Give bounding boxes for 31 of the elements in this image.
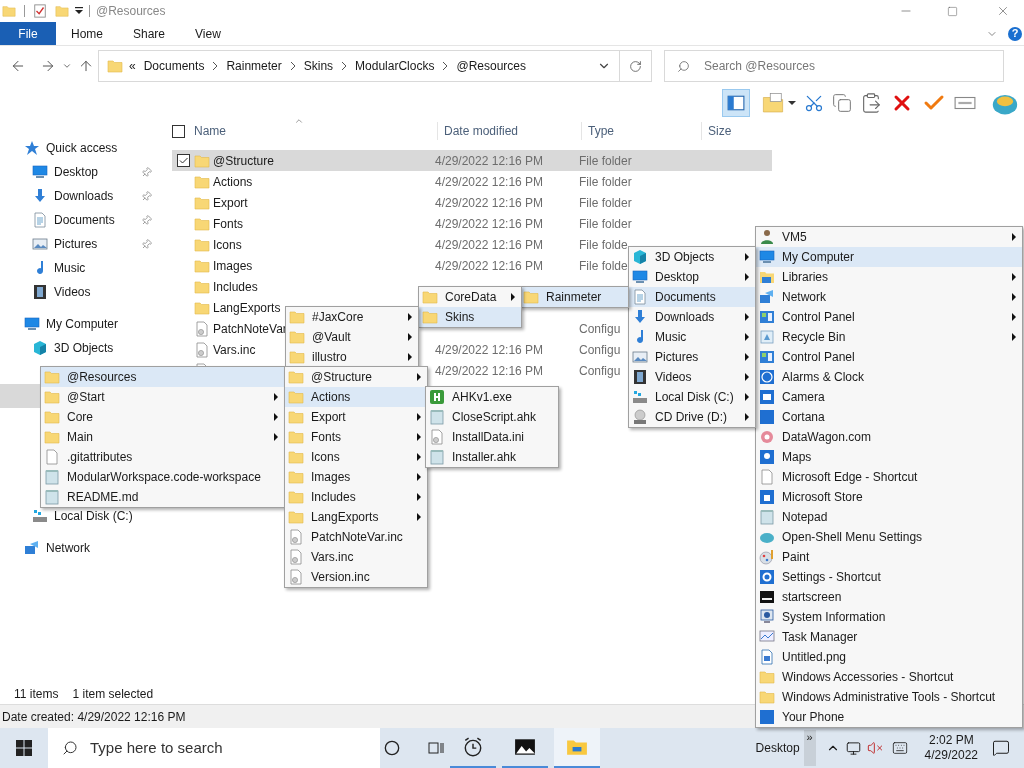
type-text: Configu (579, 321, 621, 336)
file-name: Includes (213, 279, 258, 294)
file-name: LangExports (213, 300, 281, 315)
date-text: 4/29/2022 12:16 PM (435, 174, 544, 189)
type-text: File folde (579, 237, 628, 252)
file-name: Export (213, 195, 248, 210)
type-text: File folder (579, 174, 632, 189)
date-text: 4/29/2022 12:16 PM (435, 363, 544, 378)
file-name: @Structure (213, 153, 274, 168)
date-text: 4/29/2022 12:16 PM (435, 258, 544, 273)
date-text: 4/29/2022 12:16 PM (435, 195, 544, 210)
date-text: 4/29/2022 12:16 PM (435, 342, 544, 357)
type-text: File folder (579, 195, 632, 210)
type-text: File folde (579, 258, 628, 273)
file-name: PatchNoteVar (213, 321, 287, 336)
selection-count: 1 item selected (72, 686, 154, 703)
date-text: 4/29/2022 12:16 PM (435, 237, 544, 252)
type-text: Configu (579, 342, 621, 357)
date-text: 4/29/2022 12:16 PM (435, 216, 544, 231)
file-name: Images (213, 258, 253, 273)
window-title: @Resources (96, 3, 166, 20)
file-name: Fonts (213, 216, 243, 231)
item-count: 11 items (14, 686, 59, 703)
file-name: Actions (213, 174, 253, 189)
file-name: Vars.inc (213, 342, 256, 357)
date-text: 4/29/2022 12:16 PM (435, 153, 544, 168)
type-text: File folder (579, 216, 632, 231)
type-text: File folder (579, 153, 632, 168)
type-text: Configu (579, 363, 621, 378)
file-name: Icons (213, 237, 242, 252)
details-text: Date created: 4/29/2022 12:16 PM (2, 708, 186, 726)
